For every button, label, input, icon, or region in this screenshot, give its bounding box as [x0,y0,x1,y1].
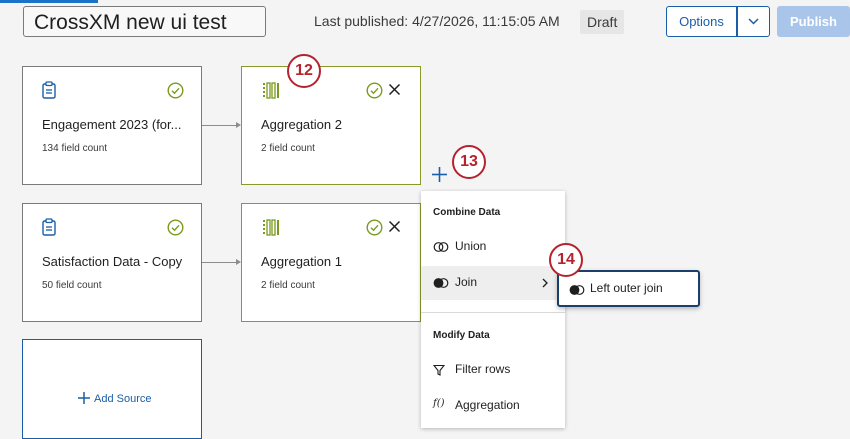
step-badge-14: 14 [549,243,583,277]
aggregation-card-1[interactable]: Aggregation 1 2 field count [241,203,421,322]
check-circle-icon [167,82,184,99]
aggregation-icon [263,82,279,99]
menu-item-label: Union [455,239,487,253]
add-source-label: Add Source [94,393,152,405]
menu-heading-combine: Combine Data [433,207,501,218]
publish-button[interactable]: Publish [777,6,850,37]
aggregation-card-2[interactable]: Aggregation 2 2 field count [241,66,421,185]
check-circle-icon [366,82,383,99]
join-icon [433,278,449,288]
menu-item-label: Join [455,275,478,289]
function-icon: f() [433,398,445,409]
chevron-right-icon [542,278,548,288]
status-badge: Draft [580,10,625,34]
step-badge-12: 12 [287,54,321,88]
aggregation-name: Aggregation 2 [261,117,342,132]
connector-line [202,125,236,126]
add-source-button[interactable]: Add Source [77,391,151,405]
source-field-count: 50 field count [42,280,102,291]
aggregation-name: Aggregation 1 [261,254,342,269]
step-badge-13: 13 [452,145,486,179]
plus-icon [78,392,90,404]
menu-item-aggregation[interactable]: f() Aggregation [421,389,565,423]
clipboard-icon [42,81,56,99]
menu-item-label: Filter rows [455,362,511,376]
source-card-engagement[interactable]: Engagement 2023 (for... 134 field count [22,66,202,185]
union-icon [433,242,449,252]
add-source-card[interactable]: Add Source [22,339,202,439]
top-accent-bar [0,0,98,3]
connector-line [202,262,236,263]
source-name: Engagement 2023 (for... [42,117,182,132]
source-card-satisfaction[interactable]: Satisfaction Data - Copy 50 field count [22,203,202,322]
left-outer-join-icon [569,285,585,295]
last-published-text: Last published: 4/27/2026, 11:15:05 AM [314,13,560,29]
menu-item-label: Aggregation [455,398,520,412]
combine-modify-menu: Combine Data Union Join Modify Data Filt… [421,191,565,428]
close-icon[interactable] [388,220,401,233]
project-title-input[interactable]: CrossXM new ui test [23,6,266,37]
check-circle-icon [366,219,383,236]
clipboard-icon [42,218,56,236]
menu-item-union[interactable]: Union [421,230,565,264]
close-icon[interactable] [388,83,401,96]
aggregation-icon [263,219,279,236]
menu-item-join[interactable]: Join [421,266,565,300]
options-dropdown-button[interactable] [737,6,770,37]
aggregation-field-count: 2 field count [261,143,315,154]
join-submenu-left-outer-join[interactable]: Left outer join [557,270,700,307]
options-button[interactable]: Options [666,6,737,37]
submenu-item-label: Left outer join [590,281,663,295]
source-name: Satisfaction Data - Copy [42,254,183,269]
menu-heading-modify: Modify Data [433,330,490,341]
aggregation-field-count: 2 field count [261,280,315,291]
source-field-count: 134 field count [42,143,108,154]
filter-icon [433,364,445,376]
chevron-down-icon [748,18,759,25]
check-circle-icon [167,219,184,236]
menu-divider [421,312,565,313]
add-step-plus-icon[interactable] [431,166,448,183]
menu-item-filter-rows[interactable]: Filter rows [421,353,565,387]
